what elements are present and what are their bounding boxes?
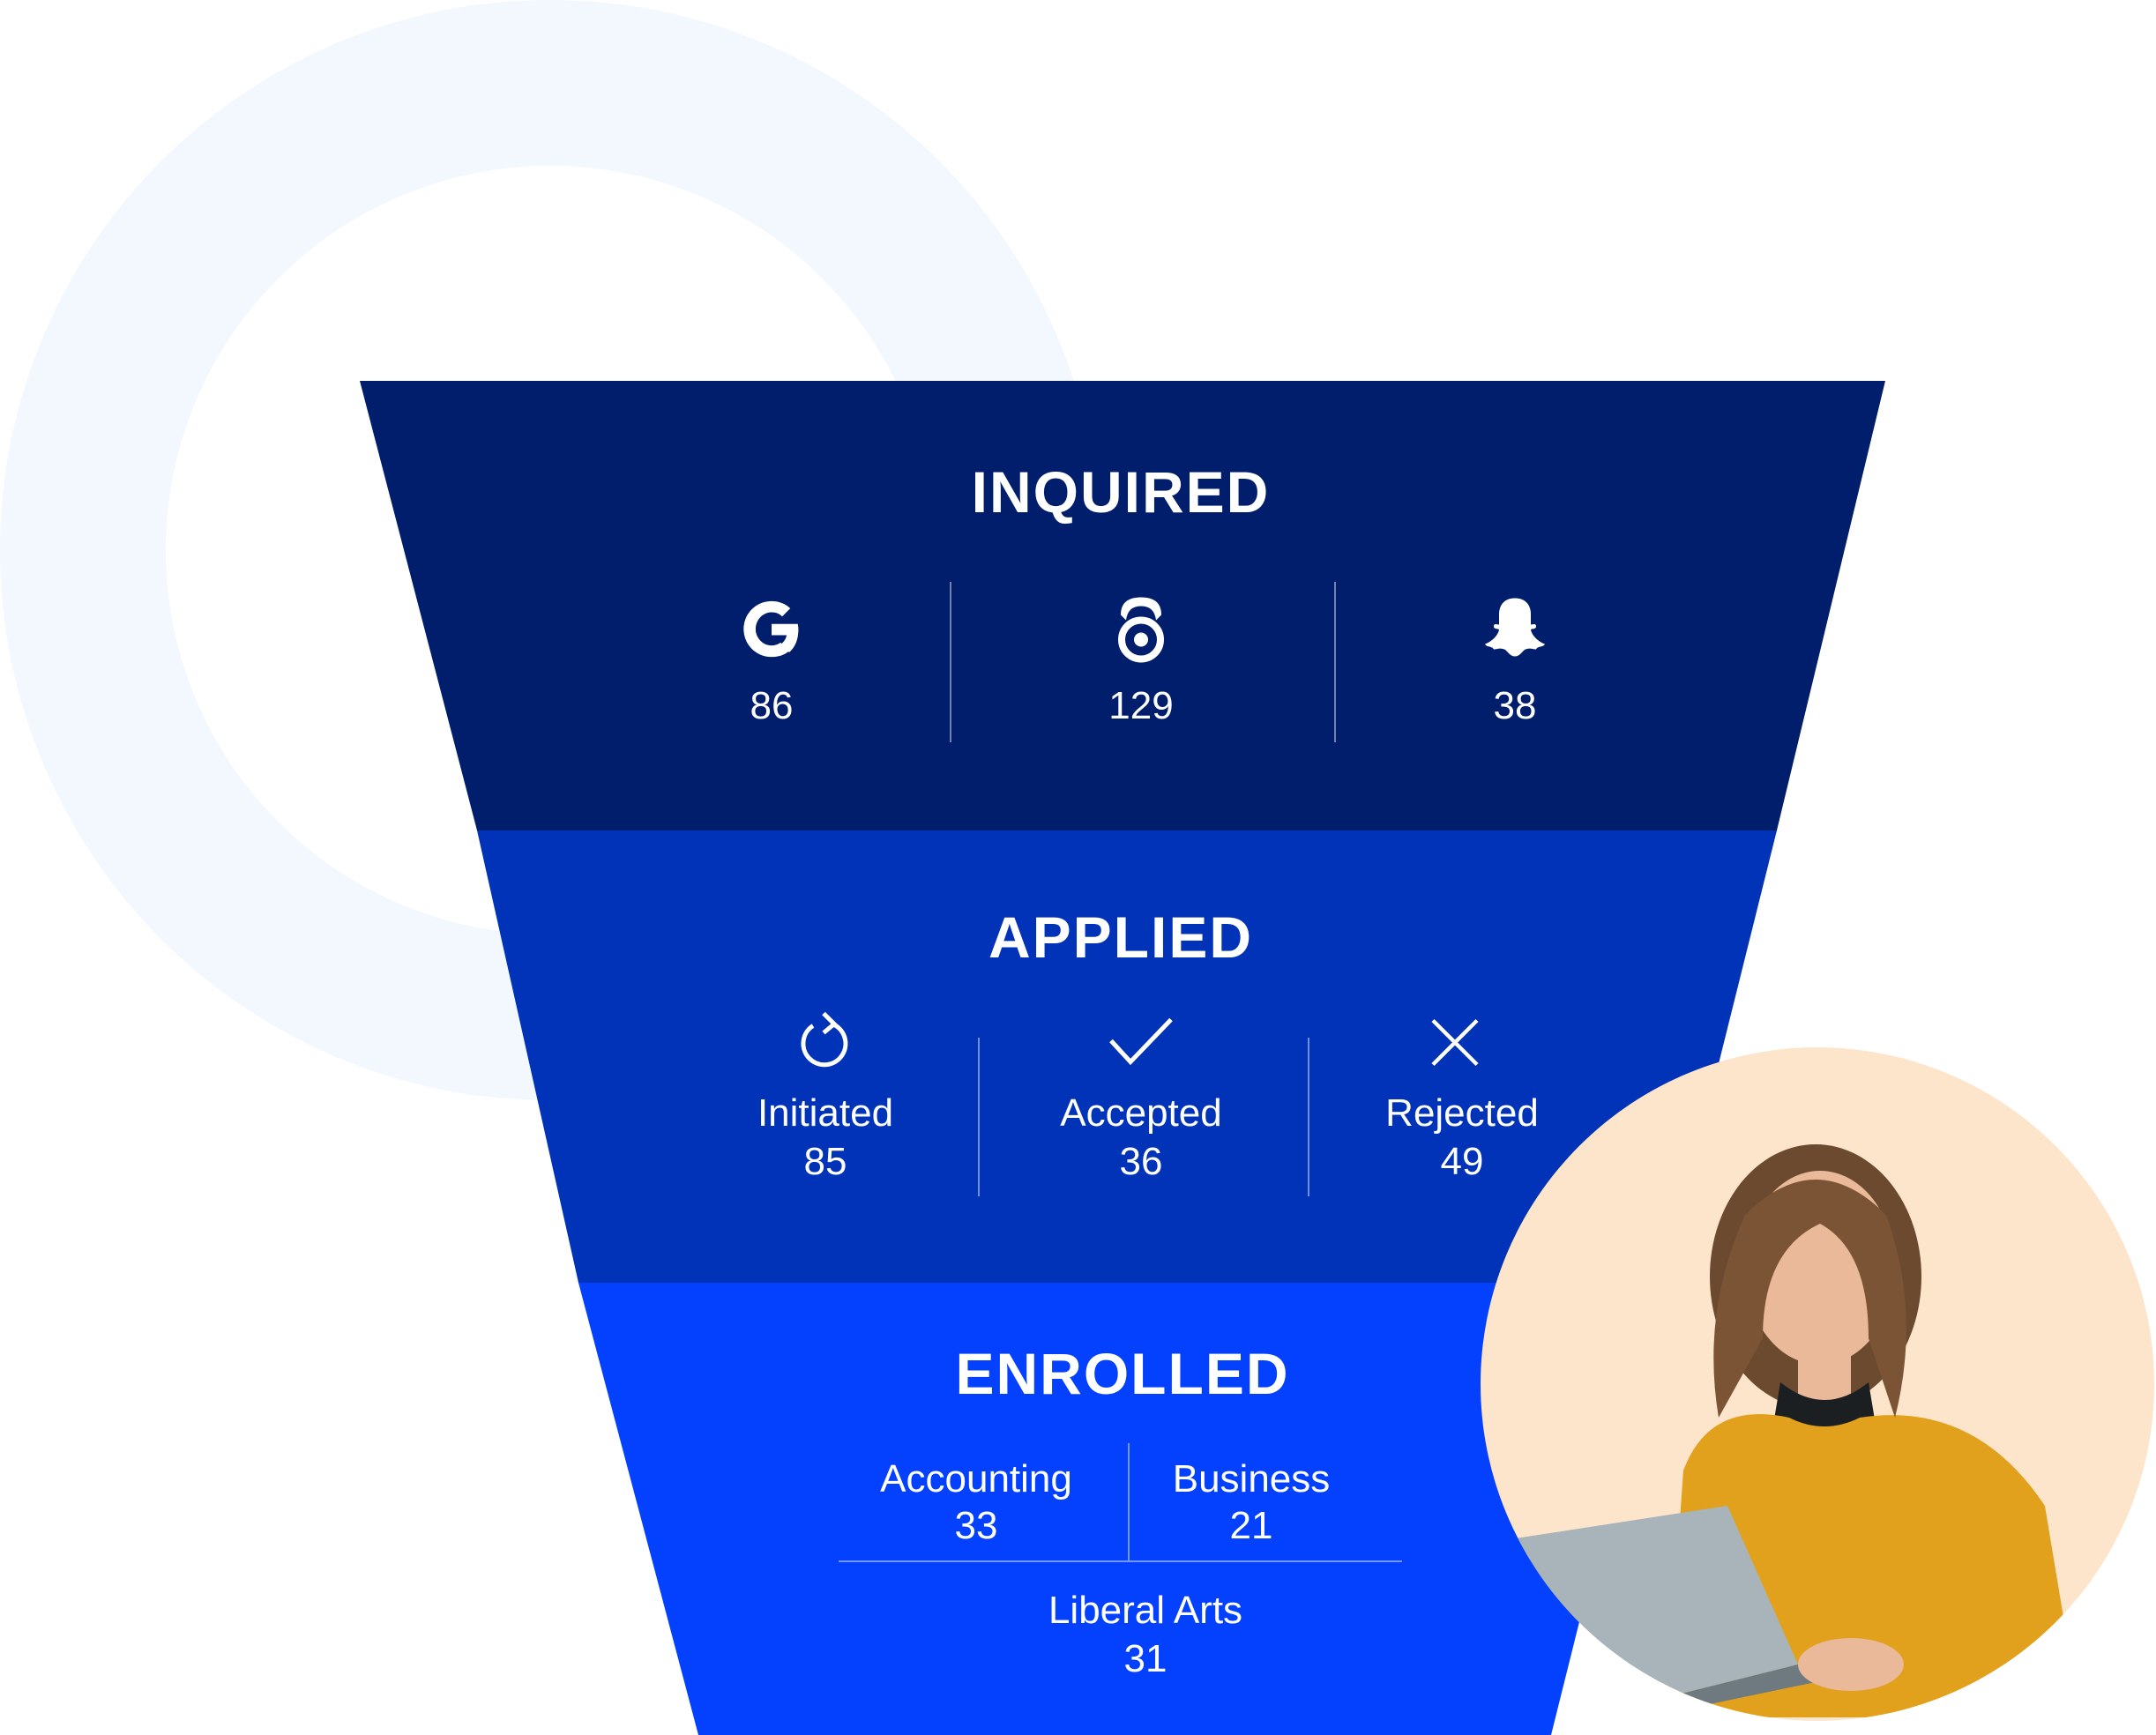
status-label: Accepted <box>1060 1091 1222 1135</box>
program-label: Accounting <box>880 1457 1072 1500</box>
status-count: 36 <box>1119 1140 1163 1183</box>
divider <box>950 582 951 742</box>
snapchat-icon <box>1480 595 1550 668</box>
status-count: 49 <box>1440 1140 1484 1183</box>
source-count: 86 <box>750 684 794 727</box>
program-count: 33 <box>954 1504 998 1547</box>
program-count: 31 <box>1123 1637 1168 1680</box>
source-count: 129 <box>1108 684 1174 727</box>
divider <box>1334 582 1336 742</box>
stage-title-applied: APPLIED <box>988 905 1254 970</box>
podcast-icon <box>1112 594 1170 669</box>
divider <box>1128 1443 1130 1560</box>
source-count: 38 <box>1493 684 1537 727</box>
program-label: Liberal Arts <box>1048 1589 1243 1632</box>
google-icon <box>738 596 805 667</box>
student-photo <box>1481 1047 2154 1721</box>
divider <box>1308 1038 1309 1196</box>
program-count: 21 <box>1229 1504 1273 1547</box>
divider <box>978 1038 980 1196</box>
stage-title-inquired: INQUIRED <box>971 459 1271 525</box>
refresh-icon <box>797 1010 854 1076</box>
status-count: 85 <box>803 1140 847 1183</box>
program-label: Business <box>1172 1457 1331 1500</box>
close-icon <box>1429 1017 1481 1073</box>
status-label: Rejected <box>1385 1091 1539 1135</box>
divider <box>839 1560 1402 1562</box>
check-icon <box>1108 1015 1175 1072</box>
status-label: Initiated <box>757 1091 894 1135</box>
stage-title-enrolled: ENROLLED <box>955 1341 1290 1406</box>
